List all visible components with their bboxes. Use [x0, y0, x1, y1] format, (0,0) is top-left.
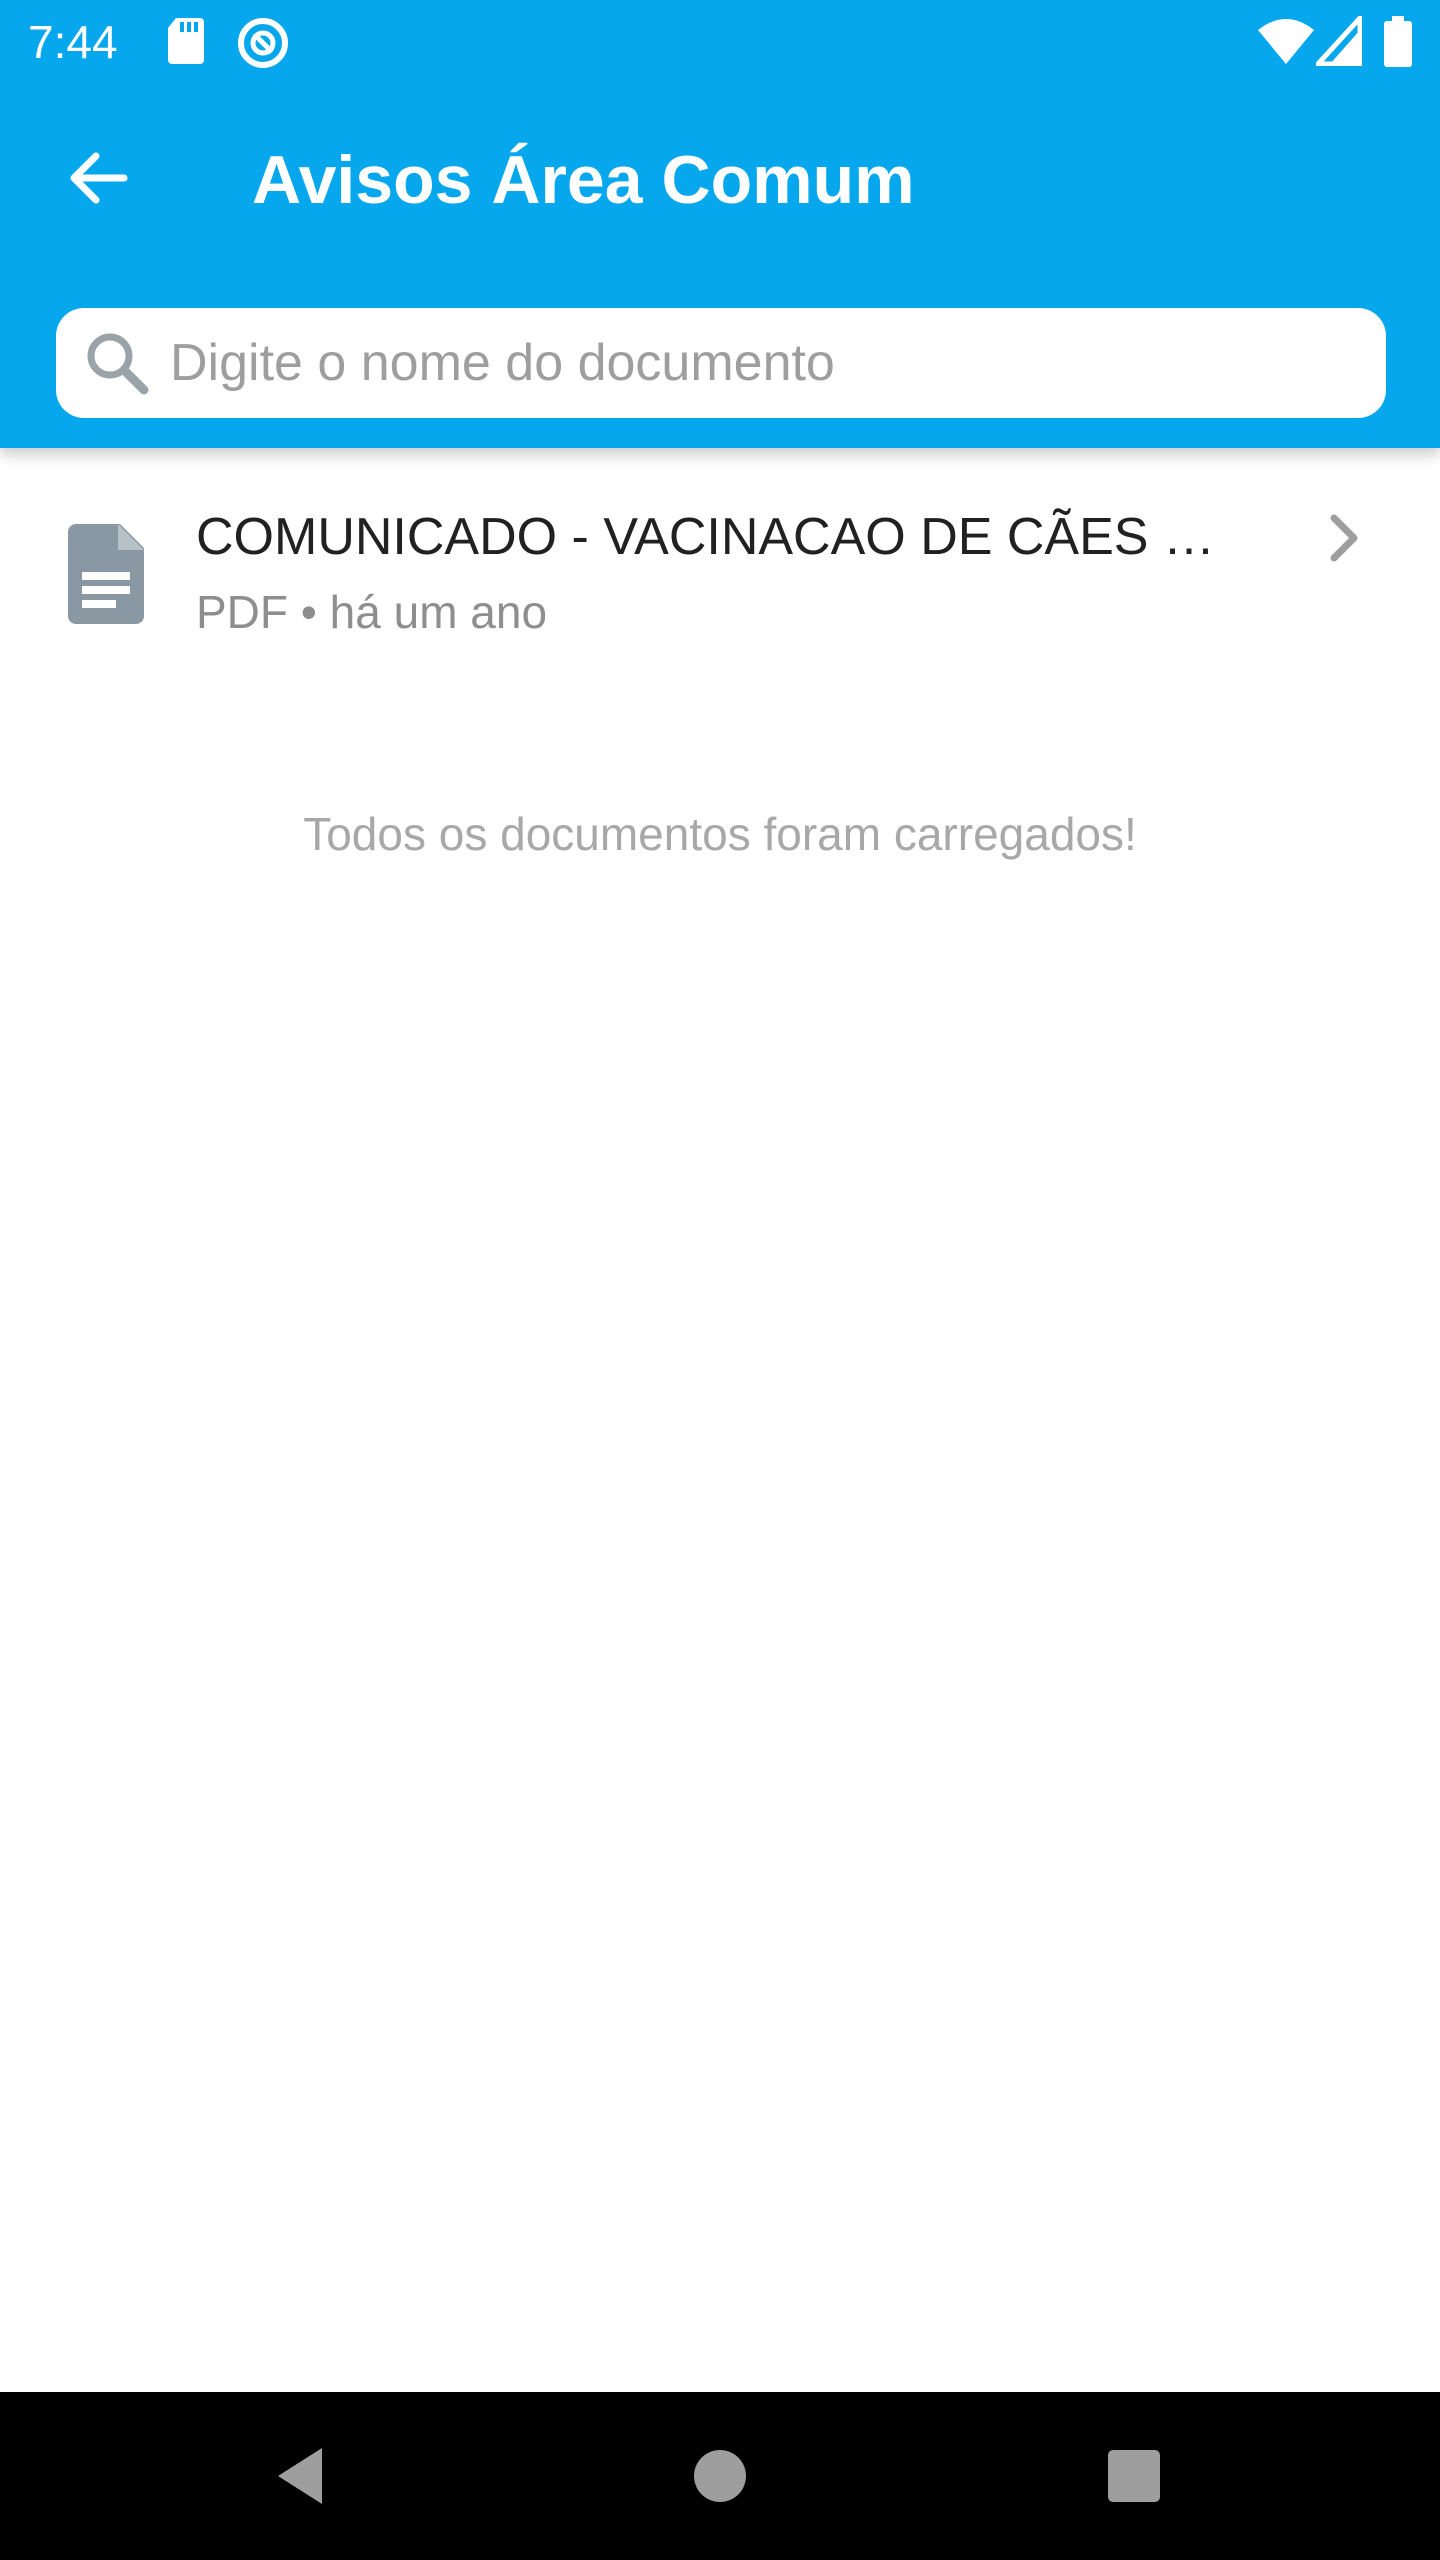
back-triangle-icon — [278, 2448, 322, 2504]
app-bar: 7:44 Avisos Área Comum — [0, 0, 1440, 448]
search-input[interactable] — [170, 308, 1360, 418]
document-icon — [68, 524, 148, 624]
nav-recents-button[interactable] — [1092, 2434, 1176, 2518]
home-circle-icon — [694, 2450, 746, 2502]
document-title[interactable]: COMUNICADO - VACINACAO DE CÃES E ... — [196, 502, 1246, 572]
nav-back-button[interactable] — [258, 2434, 342, 2518]
search-icon — [84, 330, 150, 396]
sd-card-icon — [166, 16, 206, 71]
nav-home-button[interactable] — [678, 2434, 762, 2518]
document-meta: PDF • há um ano — [196, 586, 548, 638]
wifi-icon — [1256, 16, 1316, 71]
chevron-right-icon[interactable] — [1316, 510, 1372, 566]
status-time: 7:44 — [28, 16, 118, 68]
recents-square-icon — [1108, 2450, 1160, 2502]
battery-icon — [1382, 16, 1414, 73]
page-title: Avisos Área Comum — [252, 142, 915, 218]
back-button[interactable] — [56, 136, 140, 220]
arrow-back-icon — [70, 152, 128, 204]
signal-icon — [1312, 11, 1363, 71]
sync-icon — [236, 16, 290, 75]
search-box[interactable] — [56, 308, 1386, 418]
status-bar: 7:44 — [0, 0, 1440, 84]
all-loaded-message: Todos os documentos foram carregados! — [303, 808, 1137, 860]
system-nav-bar — [0, 2392, 1440, 2560]
